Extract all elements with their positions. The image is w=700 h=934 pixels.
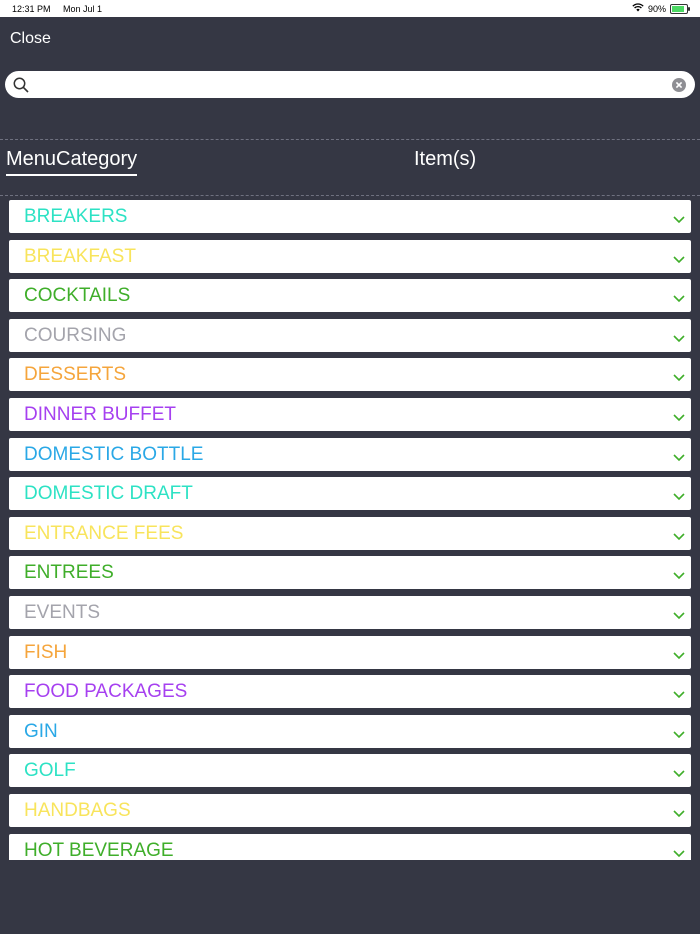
chevron-down-icon[interactable] <box>673 290 685 308</box>
chevron-down-icon[interactable] <box>673 528 685 546</box>
category-row[interactable]: GIN <box>9 714 691 748</box>
status-bar: 12:31 PM Mon Jul 1 90% <box>0 0 700 17</box>
status-time: 12:31 PM <box>12 4 51 14</box>
status-date: Mon Jul 1 <box>63 4 103 14</box>
category-row[interactable]: HOT BEVERAGE <box>9 833 691 861</box>
category-label: HANDBAGS <box>24 799 131 821</box>
chevron-down-icon[interactable] <box>673 211 685 229</box>
search-bar <box>5 71 695 98</box>
chevron-down-icon[interactable] <box>673 409 685 427</box>
chevron-down-icon[interactable] <box>673 607 685 625</box>
category-label: COCKTAILS <box>24 285 131 307</box>
chevron-down-icon[interactable] <box>673 647 685 665</box>
category-row[interactable]: DINNER BUFFET <box>9 397 691 431</box>
chevron-down-icon[interactable] <box>673 488 685 506</box>
divider <box>0 195 700 196</box>
close-button[interactable]: Close <box>10 30 51 48</box>
chevron-down-icon[interactable] <box>673 251 685 269</box>
chevron-down-icon[interactable] <box>673 765 685 783</box>
category-row[interactable]: EVENTS <box>9 595 691 629</box>
category-row[interactable]: HANDBAGS <box>9 793 691 827</box>
category-label: ENTREES <box>24 562 114 584</box>
category-row[interactable]: DESSERTS <box>9 358 691 392</box>
category-row[interactable]: DOMESTIC BOTTLE <box>9 437 691 471</box>
chevron-down-icon[interactable] <box>673 726 685 744</box>
category-label: FOOD PACKAGES <box>24 681 188 703</box>
clear-search-icon[interactable] <box>672 78 686 97</box>
chevron-down-icon[interactable] <box>673 567 685 585</box>
chevron-down-icon[interactable] <box>673 330 685 348</box>
chevron-down-icon[interactable] <box>673 369 685 387</box>
category-list[interactable]: BREAKERS BREAKFAST COCKTAILS COURSING DESSER… <box>9 200 691 860</box>
category-row[interactable]: COCKTAILS <box>9 279 691 313</box>
category-row[interactable]: ENTREES <box>9 556 691 590</box>
category-label: GOLF <box>24 760 76 782</box>
category-label: DOMESTIC BOTTLE <box>24 443 204 465</box>
category-label: DESSERTS <box>24 364 127 386</box>
category-label: EVENTS <box>24 601 101 623</box>
chevron-down-icon[interactable] <box>673 686 685 704</box>
category-row[interactable]: ENTRANCE FEES <box>9 516 691 550</box>
category-row[interactable]: FISH <box>9 635 691 669</box>
wifi-icon <box>632 3 644 14</box>
category-row[interactable]: COURSING <box>9 318 691 352</box>
category-row[interactable]: FOOD PACKAGES <box>9 675 691 709</box>
tab-menu-category[interactable]: MenuCategory <box>6 148 138 176</box>
category-label: FISH <box>24 641 68 663</box>
category-label: COURSING <box>24 324 127 346</box>
battery-icon <box>670 3 690 14</box>
battery-percent: 90% <box>647 3 666 14</box>
chevron-down-icon[interactable] <box>673 805 685 823</box>
search-icon <box>13 77 29 98</box>
chevron-down-icon[interactable] <box>673 449 685 467</box>
category-label: GIN <box>24 720 58 742</box>
category-label: HOT BEVERAGE <box>24 839 174 861</box>
category-label: BREAKERS <box>24 206 128 227</box>
tab-items[interactable]: Item(s) <box>414 148 476 171</box>
category-label: DINNER BUFFET <box>24 403 176 425</box>
category-row[interactable]: DOMESTIC DRAFT <box>9 477 691 511</box>
category-row[interactable]: BREAKERS <box>9 200 691 233</box>
category-label: DOMESTIC DRAFT <box>24 483 193 505</box>
category-label: BREAKFAST <box>24 245 136 267</box>
category-row[interactable]: GOLF <box>9 754 691 788</box>
category-row[interactable]: BREAKFAST <box>9 239 691 273</box>
category-label: ENTRANCE FEES <box>24 522 184 544</box>
search-input[interactable] <box>37 74 671 96</box>
divider <box>0 139 700 140</box>
chevron-down-icon[interactable] <box>673 845 685 861</box>
